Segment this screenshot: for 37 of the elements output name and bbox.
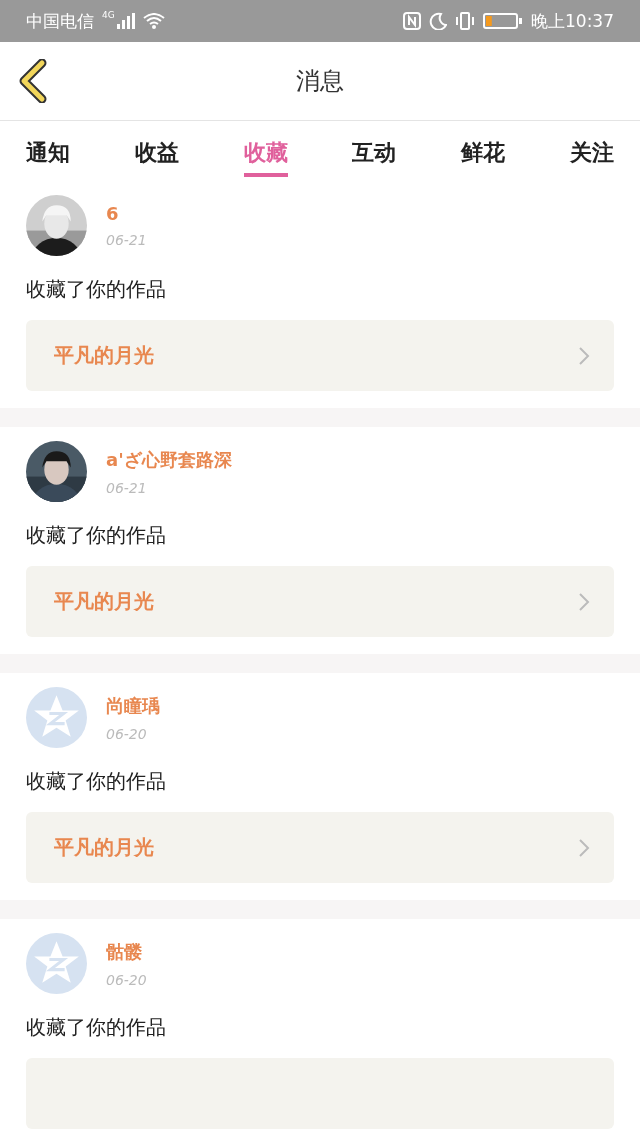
message-text: 收藏了你的作品 (26, 522, 167, 549)
clock-time: 晚上10:37 (531, 9, 614, 33)
category-tab[interactable]: 鲜花 (461, 121, 506, 177)
work-link[interactable]: 平凡的月光 (26, 320, 614, 391)
signal-icon (116, 13, 135, 29)
message-text: 收藏了你的作品 (26, 276, 167, 303)
message-date: 06-20 (106, 971, 147, 988)
chevron-right-icon (578, 591, 590, 612)
category-tab[interactable]: 互动 (352, 121, 397, 177)
network-type: 4G (102, 10, 115, 20)
work-link[interactable]: 平凡的月光 (26, 566, 614, 637)
back-button[interactable] (18, 59, 48, 103)
category-tab[interactable]: 收益 (134, 121, 179, 177)
battery-icon (483, 12, 523, 30)
category-tab[interactable]: 通知 (26, 121, 70, 177)
chevron-right-icon (578, 345, 590, 366)
user-name[interactable]: 6 (106, 203, 147, 224)
avatar-default-icon (26, 933, 87, 994)
wifi-icon (142, 13, 165, 29)
vibrate-icon (455, 12, 475, 30)
nfc-icon (403, 12, 421, 30)
message-text: 收藏了你的作品 (26, 768, 167, 795)
user-name[interactable]: a'ざ心野套路深 (106, 447, 232, 472)
message-date: 06-21 (106, 232, 147, 248)
avatar-default-icon (26, 687, 87, 748)
moon-icon (429, 12, 447, 30)
user-name[interactable]: 骷髅 (106, 939, 147, 964)
user-name[interactable]: 尚瞳瑀 (106, 693, 160, 718)
category-tab[interactable]: 收藏 (243, 121, 288, 177)
message-text: 收藏了你的作品 (26, 1014, 167, 1041)
chevron-right-icon (578, 837, 590, 858)
message-date: 06-21 (106, 479, 148, 496)
message-date: 06-20 (106, 725, 148, 742)
page-title: 消息 (295, 66, 345, 97)
carrier-name: 中国电信 (26, 9, 94, 33)
work-link[interactable]: 平凡的月光 (26, 812, 614, 883)
category-tab[interactable]: 关注 (570, 121, 614, 177)
